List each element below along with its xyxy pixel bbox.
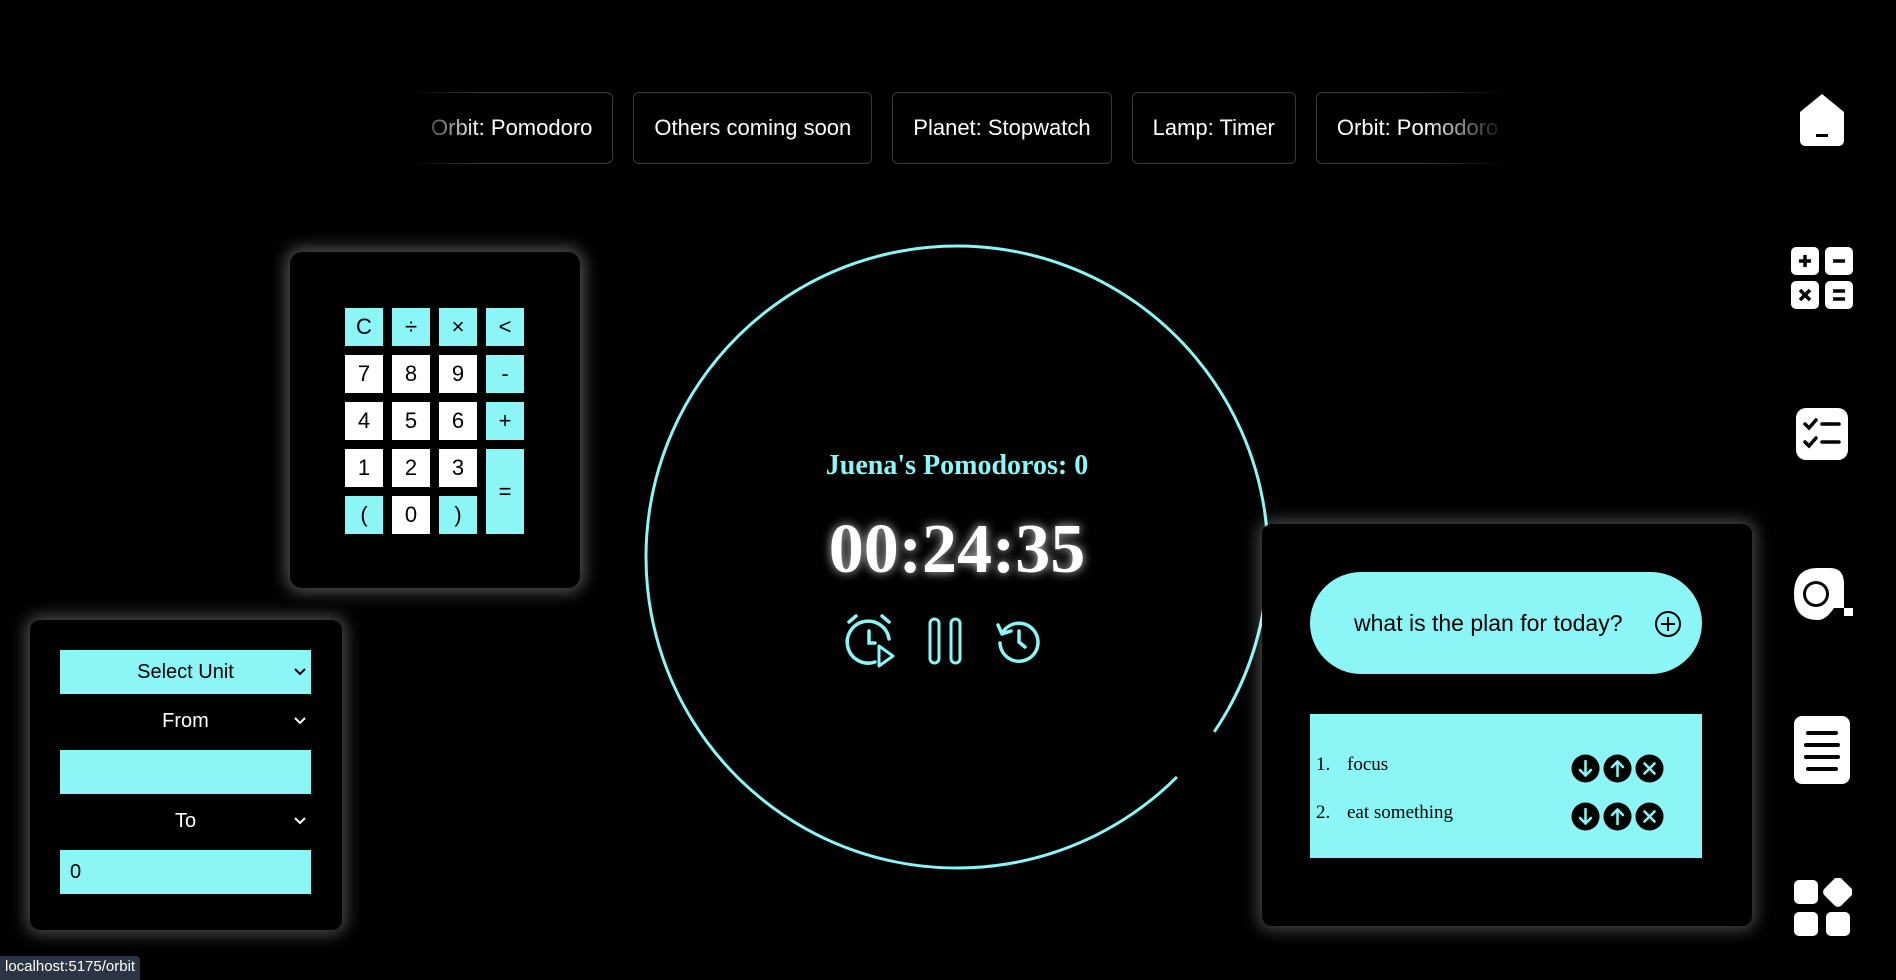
- add-circle-icon[interactable]: [1654, 610, 1682, 638]
- pause-icon: [928, 617, 962, 665]
- plan-input[interactable]: what is the plan for today?: [1310, 572, 1702, 674]
- pause-timer-button[interactable]: [916, 612, 974, 670]
- todo-item-text: focus: [1347, 754, 1389, 775]
- start-timer-button[interactable]: [840, 612, 898, 670]
- status-url: localhost:5175/orbit: [0, 956, 141, 980]
- move-up-icon[interactable]: [1603, 802, 1632, 831]
- move-down-icon[interactable]: [1571, 754, 1600, 783]
- reset-timer-button[interactable]: [990, 612, 1048, 670]
- todo-item-index: 1.: [1316, 754, 1331, 775]
- todo-item: 2. eat something: [1310, 796, 1702, 836]
- pomodoro-count-title: Juena's Pomodoros: 0: [825, 450, 1089, 481]
- alarm-play-icon: [845, 614, 895, 668]
- plan-input-placeholder: what is the plan for today?: [1354, 609, 1623, 636]
- move-up-icon[interactable]: [1603, 754, 1632, 783]
- move-down-icon[interactable]: [1571, 802, 1600, 831]
- todo-widget: what is the plan for today? 1. focus 2. eat…: [1262, 524, 1752, 926]
- history-icon: [996, 621, 1040, 664]
- todo-list: 1. focus 2. eat something: [1310, 714, 1702, 858]
- todo-item: 1. focus: [1310, 748, 1702, 788]
- todo-item-text: eat something: [1347, 802, 1454, 823]
- delete-icon[interactable]: [1635, 754, 1664, 783]
- delete-icon[interactable]: [1635, 802, 1664, 831]
- timer-display: 00:24:35: [828, 511, 1086, 588]
- todo-item-index: 2.: [1316, 802, 1331, 823]
